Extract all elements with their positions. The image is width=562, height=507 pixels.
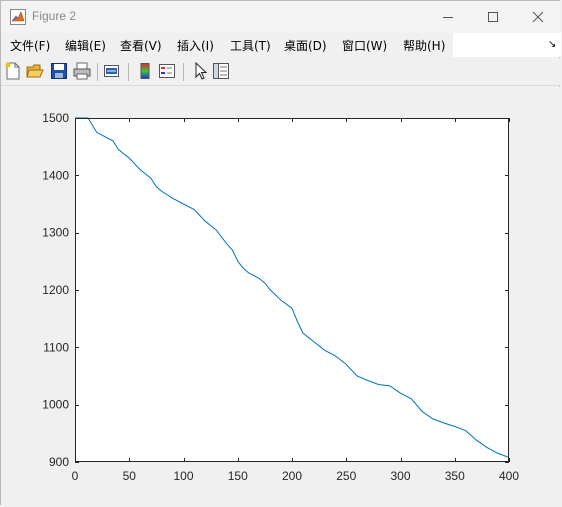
toolbar-separator xyxy=(128,63,129,81)
open-file-icon[interactable] xyxy=(26,62,44,80)
link-figure-icon[interactable] xyxy=(103,62,121,80)
menu-view[interactable]: 查看(V) xyxy=(120,37,162,54)
menu-desktop[interactable]: 桌面(D) xyxy=(284,37,327,54)
legend-icon[interactable] xyxy=(158,62,176,80)
figure-canvas xyxy=(1,87,561,506)
menu-tools[interactable]: 工具(T) xyxy=(230,37,271,54)
title-bar[interactable]: Figure 2 xyxy=(1,1,561,33)
pointer-icon[interactable] xyxy=(191,62,209,80)
save-icon[interactable] xyxy=(50,62,68,80)
menu-help[interactable]: 帮助(H) xyxy=(403,37,445,54)
minimize-icon xyxy=(443,17,453,18)
menu-file[interactable]: 文件(F) xyxy=(10,37,50,54)
menu-insert[interactable]: 插入(I) xyxy=(177,37,214,54)
toolbar-separator xyxy=(183,63,184,81)
figure-toolbar xyxy=(1,58,561,86)
colorbar-icon[interactable] xyxy=(136,62,154,80)
figure-window: Figure 2 文件(F) 编辑(E) 查看(V) 插入(I) 工具(T) 桌… xyxy=(0,0,561,506)
matlab-logo-icon xyxy=(10,9,26,25)
window-title: Figure 2 xyxy=(32,9,77,23)
menu-window[interactable]: 窗口(W) xyxy=(342,37,387,54)
close-icon xyxy=(532,11,544,23)
maximize-icon xyxy=(488,12,498,22)
toolbar-overflow-arrow-icon[interactable]: ↘ xyxy=(548,39,556,50)
toolbar-separator xyxy=(97,63,98,81)
new-figure-icon[interactable] xyxy=(4,62,22,80)
maximize-button[interactable] xyxy=(470,1,516,33)
print-icon[interactable] xyxy=(73,62,91,80)
close-button[interactable] xyxy=(515,1,561,33)
property-inspector-icon[interactable] xyxy=(212,62,230,80)
minimize-button[interactable] xyxy=(425,1,471,33)
menu-edit[interactable]: 编辑(E) xyxy=(65,37,106,54)
